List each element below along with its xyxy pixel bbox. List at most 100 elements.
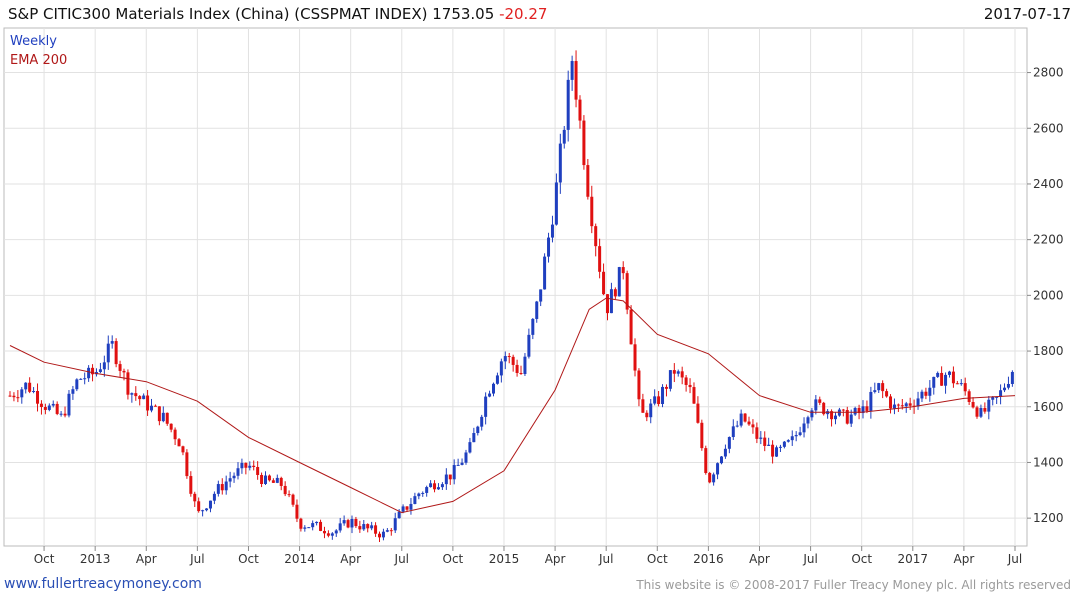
candle-body [554,182,558,225]
candle-body [59,413,63,415]
candle-body [661,386,665,405]
legend-ema: EMA 200 [10,53,67,68]
y-tick-label: 2800 [1033,66,1064,80]
candle-body [629,309,633,345]
candle-body [83,378,87,380]
plot-frame [3,27,1028,547]
candle-body [975,407,979,417]
candle-body [598,246,602,272]
candle-body [287,494,291,496]
candle-body [484,396,488,417]
y-tick-label: 1200 [1033,511,1064,525]
candle-body [944,374,948,386]
candle-body [425,487,429,493]
candle-body [106,343,110,363]
candle-body [641,399,645,413]
candle-body [814,399,818,411]
candle-body [664,386,668,389]
price-chart: 1200 1400 1600 1800 2000 2200 2400 2600 2800 Oct… [3,27,1064,566]
candle-body [319,521,323,531]
candle-body [570,61,574,80]
candle-body [436,487,440,490]
candle-body [991,396,995,400]
candle-body [32,390,36,392]
candle-body [936,372,940,377]
candle-body [228,478,232,482]
candle-body [515,364,519,373]
candle-body [562,129,566,144]
candle-body [248,465,252,468]
candle-body [157,406,161,422]
candle-body [153,405,157,407]
candle-body [983,408,987,412]
candle-body [205,508,209,511]
candle-body [267,475,271,481]
candle-body [118,364,122,371]
x-tick-label: Apr [545,552,566,566]
y-axis: 1200 1400 1600 1800 2000 2200 2400 2600 2800 [1027,66,1064,525]
candle-body [224,481,228,491]
candle-body [208,500,212,509]
candle-body [657,396,661,405]
candle-body [617,267,621,297]
candle-body [739,413,743,426]
candle-body [130,393,134,395]
y-tick-label: 2200 [1033,233,1064,247]
candle-body [71,389,75,394]
candle-body [322,530,326,534]
candle-body [833,415,837,420]
candle-body [51,403,55,406]
candle-body [452,465,456,480]
candle-body [378,533,382,538]
candle-body [165,412,169,424]
candle-body [602,271,606,295]
candle-body [366,524,370,529]
candle-body [393,518,397,531]
x-tick-label: Oct [238,552,259,566]
candle-body [20,389,24,398]
candle-body [955,383,959,385]
candle-body [633,344,637,371]
x-tick-label: Jul [598,552,613,566]
x-tick-label: Apr [136,552,157,566]
candle-body [539,289,543,302]
candle-body [212,493,216,501]
candle-body [36,390,40,404]
candle-body [161,412,165,422]
candle-body [291,494,295,505]
candle-body [900,405,904,407]
candle-body [987,399,991,412]
candle-body [507,356,511,358]
candle-body [126,372,130,395]
candle-body [790,436,794,441]
candle-body [692,387,696,404]
candle-body [409,503,413,510]
candle-body [873,390,877,392]
candle-body [527,334,531,357]
candle-body [959,383,963,385]
candle-body [472,433,476,443]
x-tick-label: Apr [749,552,770,566]
candle-body [240,462,244,469]
candle-body [881,383,885,392]
candle-body [381,531,385,538]
candle-body [385,530,389,532]
candle-body [405,506,409,510]
y-tick-label: 2000 [1033,288,1064,302]
candle-body [433,483,437,490]
candle-body [134,393,138,397]
candle-body [767,444,771,446]
candle-body [330,533,334,536]
candle-body [421,492,425,494]
candle-body [778,446,782,448]
x-tick-label: Oct [851,552,872,566]
candle-body [547,237,551,257]
site-link[interactable]: www.fullertreacymoney.com [4,576,202,592]
candle-body [220,484,224,491]
candle-body [759,437,763,439]
candle-body [924,391,928,396]
candle-body [908,403,912,406]
candle-body [142,395,146,400]
candle-body [476,426,480,434]
candle-body [818,399,822,403]
